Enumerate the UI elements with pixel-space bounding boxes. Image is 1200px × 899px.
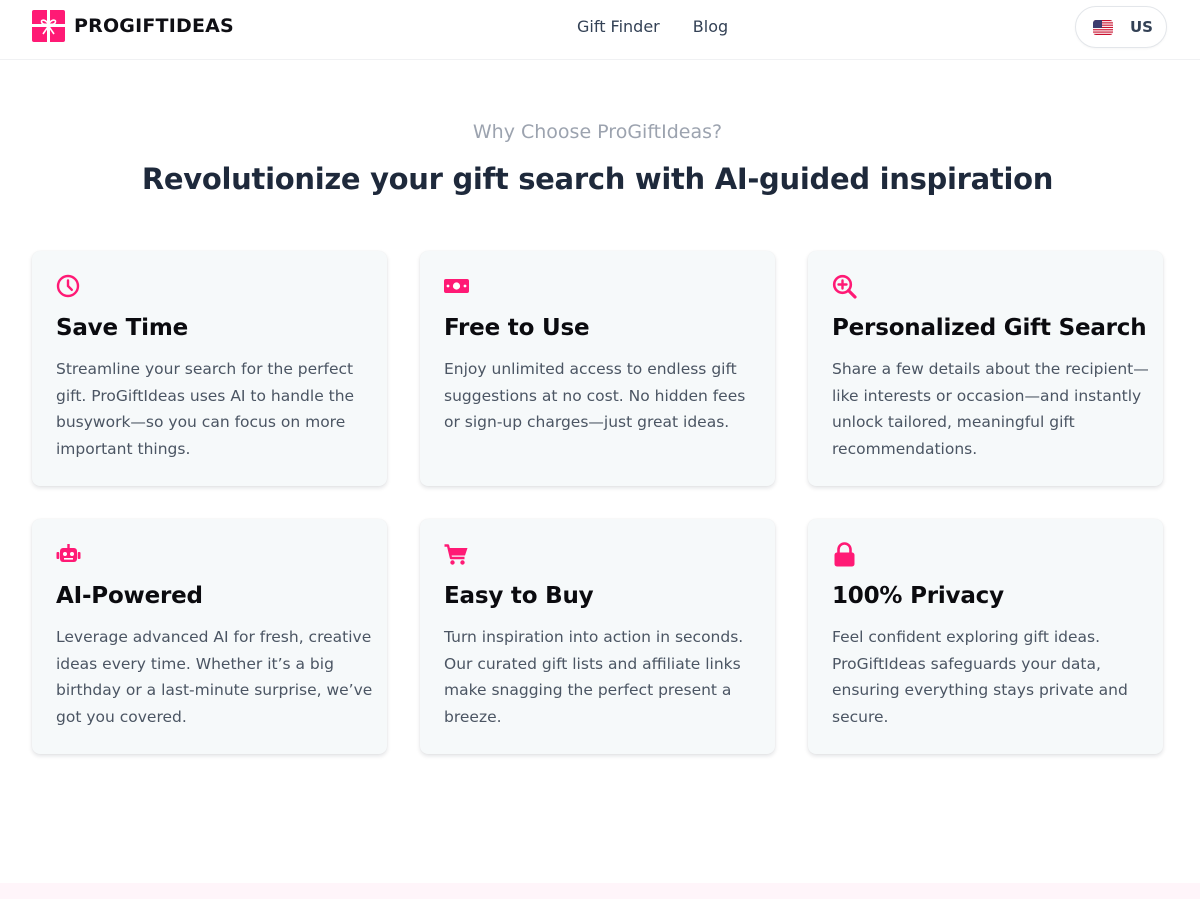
feature-description: Turn inspiration into action in seconds.…: [444, 628, 744, 726]
section-eyebrow: Why Choose ProGiftIdeas?: [472, 121, 723, 143]
brand-name: PROGIFTIDEAS: [74, 15, 234, 37]
feature-title: Easy to Buy: [444, 583, 594, 609]
feature-title: AI-Powered: [56, 583, 203, 609]
feature-card-privacy: 100% Privacy Feel confident exploring gi…: [808, 519, 1163, 754]
money-bill-icon: [444, 274, 470, 300]
nav-link-blog[interactable]: Blog: [693, 16, 728, 38]
locale-label: US: [1130, 18, 1153, 36]
feature-description: Share a few details about the recipient—…: [832, 360, 1149, 458]
feature-description: Enjoy unlimited access to endless gift s…: [444, 360, 746, 431]
us-flag-icon: [1093, 19, 1113, 35]
clock-icon: [56, 274, 82, 300]
robot-icon: [56, 542, 82, 568]
feature-card-ai-powered: AI-Powered Leverage advanced AI for fres…: [32, 519, 387, 754]
feature-title: Save Time: [56, 315, 189, 341]
feature-card-free-to-use: Free to Use Enjoy unlimited access to en…: [420, 251, 775, 486]
site-header: PROGIFTIDEAS Gift Finder Blog US: [0, 0, 1200, 60]
feature-title: Free to Use: [444, 315, 590, 341]
nav-link-gift-finder[interactable]: Gift Finder: [577, 16, 660, 38]
main-nav: Gift Finder Blog: [577, 16, 728, 38]
feature-title: 100% Privacy: [832, 583, 1004, 609]
section-headline: Revolutionize your gift search with AI-g…: [141, 162, 1054, 196]
brand-logo-link[interactable]: PROGIFTIDEAS: [32, 10, 234, 42]
lock-icon: [832, 542, 858, 568]
locale-selector-button[interactable]: US: [1075, 6, 1167, 48]
feature-description: Leverage advanced AI for fresh, creative…: [56, 628, 373, 726]
search-plus-icon: [832, 274, 858, 300]
shopping-cart-icon: [444, 542, 470, 568]
feature-description: Streamline your search for the perfect g…: [56, 360, 355, 458]
feature-card-personalized-search: Personalized Gift Search Share a few det…: [808, 251, 1163, 486]
gift-logo-icon: [32, 10, 65, 42]
feature-card-easy-to-buy: Easy to Buy Turn inspiration into action…: [420, 519, 775, 754]
feature-title: Personalized Gift Search: [832, 315, 1147, 341]
feature-card-save-time: Save Time Streamline your search for the…: [32, 251, 387, 486]
feature-description: Feel confident exploring gift ideas. Pro…: [832, 628, 1128, 726]
next-section-band: [0, 883, 1200, 899]
